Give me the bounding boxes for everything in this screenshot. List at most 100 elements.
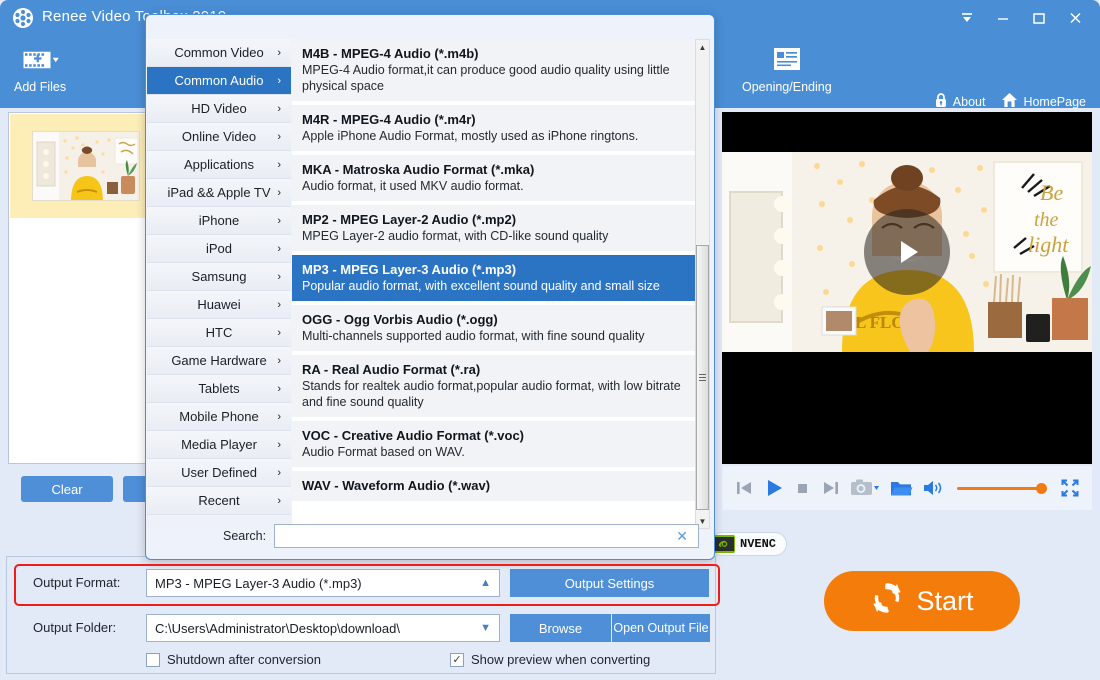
format-category-item[interactable]: Media Player › xyxy=(147,431,291,459)
format-category-label: iPad && Apple TV xyxy=(167,185,270,200)
format-category-item[interactable]: Common Video › xyxy=(147,39,291,67)
clear-x-icon[interactable]: ✕ xyxy=(672,528,692,545)
home-icon xyxy=(1001,92,1018,111)
chevron-right-icon: › xyxy=(277,495,281,507)
add-files-label: Add Files xyxy=(14,80,66,94)
format-category-item[interactable]: User Defined› xyxy=(147,459,291,487)
minimize-button[interactable] xyxy=(986,3,1020,33)
format-category-item[interactable]: Recent› xyxy=(147,487,291,515)
format-category-item[interactable]: Common Audio › xyxy=(147,67,291,95)
svg-text:light: light xyxy=(1028,232,1069,257)
about-button[interactable]: About xyxy=(934,92,986,111)
format-item[interactable]: MKA - Matroska Audio Format (*.mka)Audio… xyxy=(292,155,697,201)
format-category-item[interactable]: iPhone › xyxy=(147,207,291,235)
format-category-label: Common Video xyxy=(174,45,263,60)
refresh-circle-icon xyxy=(870,581,904,622)
chevron-right-icon: › xyxy=(277,103,281,115)
next-button[interactable] xyxy=(821,478,841,498)
chevron-up-icon: ▲ xyxy=(480,577,491,589)
clear-button[interactable]: Clear xyxy=(21,476,113,502)
format-category-item[interactable]: Tablets› xyxy=(147,375,291,403)
output-format-value: MP3 - MPEG Layer-3 Audio (*.mp3) xyxy=(155,576,362,591)
format-category-item[interactable]: Mobile Phone › xyxy=(147,403,291,431)
output-settings-button[interactable]: Output Settings xyxy=(510,569,709,597)
fullscreen-icon[interactable] xyxy=(1060,478,1080,498)
format-category-label: Huawei xyxy=(197,297,240,312)
snapshot-button[interactable] xyxy=(850,478,880,498)
chevron-right-icon: › xyxy=(277,75,281,87)
chevron-down-icon: ▼ xyxy=(480,622,491,634)
output-format-combobox[interactable]: MP3 - MPEG Layer-3 Audio (*.mp3) ▲ xyxy=(146,569,500,597)
previous-button[interactable] xyxy=(734,478,754,498)
search-input[interactable] xyxy=(281,529,672,544)
shutdown-after-conversion-checkbox[interactable]: Shutdown after conversion xyxy=(146,652,321,667)
homepage-button[interactable]: HomePage xyxy=(1001,92,1086,111)
format-category-item[interactable]: Applications › xyxy=(147,151,291,179)
format-item-description: Audio Format based on WAV. xyxy=(302,444,689,460)
output-folder-combobox[interactable]: C:\Users\Administrator\Desktop\download\… xyxy=(146,614,500,642)
format-category-item[interactable]: HTC› xyxy=(147,319,291,347)
format-category-label: Game Hardware xyxy=(171,353,266,368)
format-item[interactable]: M4B - MPEG-4 Audio (*.m4b)MPEG-4 Audio f… xyxy=(292,39,697,101)
format-category-label: Mobile Phone xyxy=(179,409,259,424)
document-lines-icon xyxy=(766,42,808,78)
format-item[interactable]: OGG - Ogg Vorbis Audio (*.ogg)Multi-chan… xyxy=(292,305,697,351)
browse-button[interactable]: Browse xyxy=(510,614,611,642)
chevron-right-icon: › xyxy=(277,215,281,227)
chevron-right-icon: › xyxy=(277,411,281,423)
window-controls xyxy=(950,0,1092,36)
app-window: Renee Video Toolbox 2019 xyxy=(0,0,1100,680)
volume-button[interactable] xyxy=(922,478,944,498)
format-item-title: WAV - Waveform Audio (*.wav) xyxy=(302,477,689,494)
chevron-right-icon: › xyxy=(277,355,281,367)
format-item[interactable]: MP2 - MPEG Layer-2 Audio (*.mp2)MPEG Lay… xyxy=(292,205,697,251)
svg-text:Be: Be xyxy=(1040,180,1063,205)
format-item[interactable]: MP3 - MPEG Layer-3 Audio (*.mp3)Popular … xyxy=(292,255,697,301)
format-category-label: Online Video xyxy=(182,129,256,144)
format-dropdown-menu: Common Video›Common Audio›HD Video›Onlin… xyxy=(145,14,715,560)
format-category-label: Tablets xyxy=(198,381,239,396)
chevron-right-icon: › xyxy=(277,243,281,255)
format-category-item[interactable]: Game Hardware › xyxy=(147,347,291,375)
search-field[interactable]: ✕ xyxy=(274,524,699,548)
scrollbar-thumb[interactable] xyxy=(696,245,709,510)
play-overlay-icon[interactable] xyxy=(864,209,950,295)
format-category-item[interactable]: iPod› xyxy=(147,235,291,263)
add-files-button[interactable]: Add Files xyxy=(14,42,66,94)
format-category-item[interactable]: Samsung› xyxy=(147,263,291,291)
start-button[interactable]: Start xyxy=(824,571,1020,631)
format-category-label: iPhone xyxy=(199,213,239,228)
format-category-label: Common Audio xyxy=(175,73,264,88)
close-button[interactable] xyxy=(1058,3,1092,33)
maximize-button[interactable] xyxy=(1022,3,1056,33)
open-output-file-button[interactable]: Open Output File xyxy=(612,614,710,642)
opening-ending-label: Opening/Ending xyxy=(742,80,832,94)
chevron-right-icon: › xyxy=(277,439,281,451)
format-category-item[interactable]: Online Video› xyxy=(147,123,291,151)
chevron-right-icon: › xyxy=(277,47,281,59)
nvidia-icon xyxy=(714,535,735,553)
preview-controls xyxy=(722,466,1092,510)
opening-ending-button[interactable]: Opening/Ending xyxy=(742,42,832,94)
format-item[interactable]: M4R - MPEG-4 Audio (*.m4r)Apple iPhone A… xyxy=(292,105,697,151)
format-item-description: Audio format, it used MKV audio format. xyxy=(302,178,689,194)
video-preview[interactable]: Be the light L FLOYD xyxy=(722,112,1092,464)
format-list-scrollbar[interactable]: ▲ ▼ xyxy=(695,39,710,529)
format-item[interactable]: WAV - Waveform Audio (*.wav) xyxy=(292,471,697,501)
format-category-label: Samsung xyxy=(192,269,247,284)
stop-button[interactable] xyxy=(794,479,812,497)
scroll-up-arrow-icon[interactable]: ▲ xyxy=(696,40,709,54)
format-category-label: Applications xyxy=(184,157,254,172)
format-category-label: Media Player xyxy=(181,437,257,452)
play-button[interactable] xyxy=(763,477,785,499)
format-item[interactable]: VOC - Creative Audio Format (*.voc)Audio… xyxy=(292,421,697,467)
show-preview-checkbox[interactable]: ✓ Show preview when converting xyxy=(450,652,650,667)
chevron-right-icon: › xyxy=(277,159,281,171)
format-category-item[interactable]: HD Video› xyxy=(147,95,291,123)
format-category-item[interactable]: Huawei› xyxy=(147,291,291,319)
open-folder-button[interactable] xyxy=(889,478,913,498)
minimize-to-tray-button[interactable] xyxy=(950,3,984,33)
format-item[interactable]: RA - Real Audio Format (*.ra)Stands for … xyxy=(292,355,697,417)
volume-slider[interactable] xyxy=(957,482,1047,494)
format-category-item[interactable]: iPad && Apple TV› xyxy=(147,179,291,207)
